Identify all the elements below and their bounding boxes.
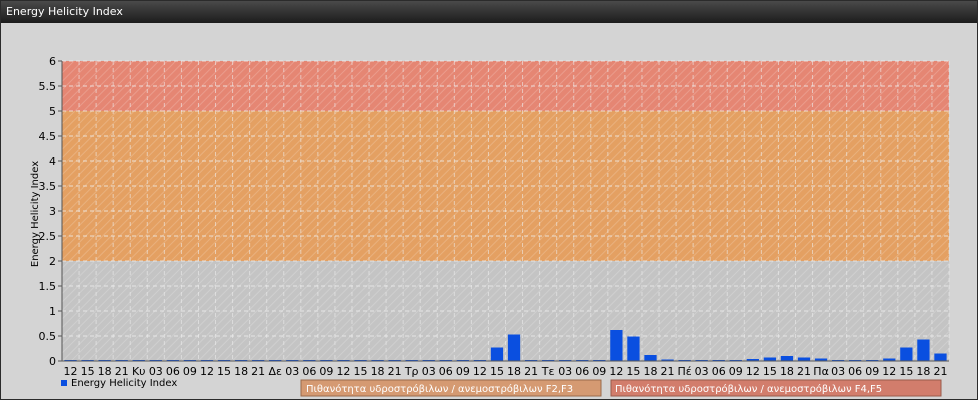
x-tick-label: 18 bbox=[507, 365, 521, 378]
x-tick-label: 12 bbox=[473, 365, 487, 378]
x-tick-label: 15 bbox=[217, 365, 231, 378]
x-tick-label: 21 bbox=[933, 365, 947, 378]
y-tick-label: 4 bbox=[49, 155, 56, 168]
bar-41 bbox=[763, 357, 777, 361]
x-tick-label: 15 bbox=[763, 365, 777, 378]
x-tick-label: 03 bbox=[831, 365, 845, 378]
x-tick-label: Πέ bbox=[677, 365, 691, 378]
ehi-chart: 00.511.522.533.544.555.56 12 15 18 21 Κυ 03 06… bbox=[30, 55, 950, 397]
y-axis-label: Energy Helicity Index bbox=[30, 161, 41, 267]
x-tick-label: 09 bbox=[865, 365, 879, 378]
x-tick-label: 18 bbox=[98, 365, 112, 378]
x-tick-label: 15 bbox=[81, 365, 95, 378]
bar-25 bbox=[490, 347, 504, 361]
y-tick-label: 2 bbox=[49, 255, 56, 268]
x-tick-label: 12 bbox=[64, 365, 78, 378]
x-tick-label: Κυ bbox=[132, 365, 146, 378]
x-tick-label: 21 bbox=[115, 365, 129, 378]
y-tick-label: 0 bbox=[49, 355, 56, 368]
x-tick-label: Τρ bbox=[404, 365, 419, 378]
y-tick-label: 3.5 bbox=[39, 180, 57, 193]
bar-51 bbox=[934, 353, 947, 361]
x-tick-label: Τε bbox=[541, 365, 555, 378]
x-tick-label: 06 bbox=[439, 365, 453, 378]
x-tick-label: 12 bbox=[609, 365, 623, 378]
title-bar: Energy Helicity Index bbox=[1, 1, 977, 23]
legend-series-label: Energy Helicity Index bbox=[71, 378, 177, 389]
y-tick-label: 4.5 bbox=[39, 130, 57, 143]
x-tick-label: 12 bbox=[200, 365, 214, 378]
x-tick-label: Δε bbox=[268, 365, 282, 378]
bar-26 bbox=[507, 334, 521, 361]
x-tick-label: 12 bbox=[746, 365, 760, 378]
x-tick-label: 03 bbox=[149, 365, 163, 378]
bar-50 bbox=[917, 339, 930, 361]
x-tick-label: 03 bbox=[285, 365, 299, 378]
legend-f45-label: Πιθανότητα υδροστρόβιλων / ανεμοστρόβιλω… bbox=[615, 383, 882, 395]
x-tick-label: 06 bbox=[575, 365, 589, 378]
x-tick-label: 15 bbox=[899, 365, 913, 378]
x-tick-label: 06 bbox=[848, 365, 862, 378]
bar-33 bbox=[627, 336, 640, 361]
x-tick-label: 21 bbox=[797, 365, 811, 378]
x-tick-label: 03 bbox=[695, 365, 709, 378]
x-tick-label: 21 bbox=[524, 365, 538, 378]
x-tick-label: 15 bbox=[490, 365, 504, 378]
y-tick-label: 2.5 bbox=[39, 230, 57, 243]
x-tick-label: 21 bbox=[661, 365, 675, 378]
y-tick-label: 1 bbox=[49, 305, 56, 318]
x-tick-label: 03 bbox=[422, 365, 436, 378]
x-tick-label: 06 bbox=[302, 365, 316, 378]
x-tick-label: 18 bbox=[371, 365, 385, 378]
y-tick-label: 5 bbox=[49, 105, 56, 118]
x-tick-label: 06 bbox=[166, 365, 180, 378]
x-axis: 12 15 18 21 Κυ 03 06 09 12 15 18 21 Δε 03 06 09 12 15 18 21… bbox=[62, 360, 949, 378]
y-tick-label: 0.5 bbox=[39, 330, 57, 343]
legend-f23-label: Πιθανότητα υδροστρόβιλων / ανεμοστρόβιλω… bbox=[306, 383, 573, 395]
x-tick-label: 21 bbox=[388, 365, 402, 378]
chart-window: Energy Helicity Index 0 0.5 1 1.5 2 2.5 3 3.5 4 4… bbox=[0, 0, 978, 400]
x-tick-label: 09 bbox=[729, 365, 743, 378]
x-tick-label: 12 bbox=[882, 365, 896, 378]
y-tick-label: 5.5 bbox=[39, 80, 57, 93]
x-tick-label: 09 bbox=[183, 365, 197, 378]
x-tick-label: 09 bbox=[456, 365, 470, 378]
x-tick-label: 18 bbox=[916, 365, 930, 378]
x-tick-label: 09 bbox=[319, 365, 333, 378]
x-tick-label: 09 bbox=[592, 365, 606, 378]
x-tick-label: 15 bbox=[354, 365, 368, 378]
y-tick-label: 1.5 bbox=[39, 280, 57, 293]
x-tick-label: 18 bbox=[643, 365, 657, 378]
bar-32 bbox=[610, 330, 623, 361]
bar-34 bbox=[644, 355, 657, 361]
window-title: Energy Helicity Index bbox=[6, 5, 123, 18]
y-tick-label: 3 bbox=[49, 205, 56, 218]
x-tick-label: 15 bbox=[626, 365, 640, 378]
x-tick-label: 03 bbox=[558, 365, 572, 378]
y-axis: 0 0.5 1 1.5 2 2.5 3 3.5 4 4.5 5 5.5 6 bbox=[39, 55, 63, 368]
bar-49 bbox=[900, 347, 913, 361]
y-tick-label: 6 bbox=[49, 55, 56, 68]
x-tick-label: Πα bbox=[813, 365, 829, 378]
bar-42 bbox=[780, 356, 794, 361]
x-tick-label: 06 bbox=[712, 365, 726, 378]
x-tick-label: 12 bbox=[336, 365, 350, 378]
x-tick-label: 18 bbox=[234, 365, 248, 378]
x-tick-label: 21 bbox=[251, 365, 265, 378]
legend: Energy Helicity Index Πιθανότητα υδροστρ… bbox=[61, 378, 942, 397]
x-tick-label: 18 bbox=[780, 365, 794, 378]
legend-series-swatch bbox=[61, 380, 67, 386]
bar-43 bbox=[797, 357, 811, 361]
